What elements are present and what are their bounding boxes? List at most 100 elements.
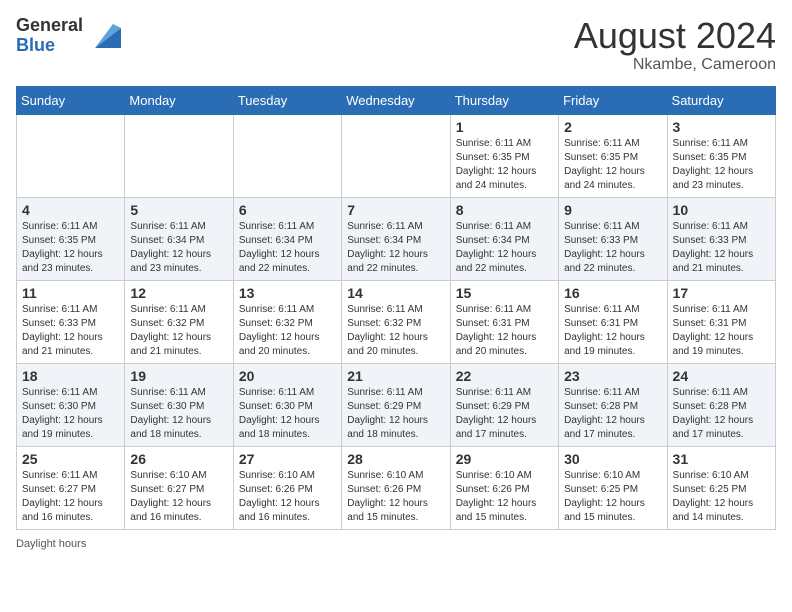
day-number: 6 <box>239 202 336 218</box>
calendar-cell: 29 Sunrise: 6:10 AM Sunset: 6:26 PM Dayli… <box>450 446 558 529</box>
day-number: 10 <box>673 202 770 218</box>
calendar-cell: 1Sunrise: 6:11 AM Sunset: 6:35 PM Daylig… <box>450 114 558 197</box>
day-number: 14 <box>347 285 444 301</box>
calendar-week-row: 1 Sunrise: 6:11 AM Sunset: 6:35 PM Daylig… <box>17 114 776 197</box>
day-info: Sunrise: 6:11 AM Sunset: 6:34 PM Dayligh… <box>239 220 336 276</box>
calendar-cell: 13Sunrise: 6:11 AM Sunset: 6:32 PM Dayli… <box>233 280 341 363</box>
calendar-cell: 26 Sunrise: 6:10 AM Sunset: 6:27 PM Dayli… <box>125 446 233 529</box>
day-info: Sunrise: 6:11 AM Sunset: 6:33 PM Dayligh… <box>673 220 770 276</box>
calendar-cell <box>233 114 341 197</box>
col-header-thursday: Thursday <box>450 86 558 114</box>
month-year-title: August 2024 <box>574 16 776 56</box>
col-header-saturday: Saturday <box>667 86 775 114</box>
calendar-cell: 11 Sunrise: 6:11 AM Sunset: 6:33 PM Dayli… <box>17 280 125 363</box>
col-header-friday: Friday <box>559 86 667 114</box>
day-info: Sunrise: 6:11 AM Sunset: 6:29 PM Dayligh… <box>456 386 553 442</box>
daylight-hours-label: Daylight hours <box>16 538 86 550</box>
day-number: 24 <box>673 368 770 384</box>
calendar-cell: 7 Sunrise: 6:11 AM Sunset: 6:34 PM Daylig… <box>342 197 450 280</box>
page-header: General Blue August 2024 Nkambe, Cameroo… <box>16 16 776 74</box>
col-header-wednesday: Wednesday <box>342 86 450 114</box>
calendar-cell: 6 Sunrise: 6:11 AM Sunset: 6:34 PM Daylig… <box>233 197 341 280</box>
title-block: August 2024 Nkambe, Cameroon <box>574 16 776 74</box>
day-number: 29 <box>456 451 553 467</box>
col-header-monday: Monday <box>125 86 233 114</box>
col-header-tuesday: Tuesday <box>233 86 341 114</box>
day-number: 20 <box>239 368 336 384</box>
day-number: 1 <box>456 119 553 135</box>
calendar-cell: 4Sunrise: 6:11 AM Sunset: 6:35 PM Daylig… <box>17 197 125 280</box>
calendar-cell: 3Sunrise: 6:11 AM Sunset: 6:35 PM Daylig… <box>667 114 775 197</box>
day-number: 21 <box>347 368 444 384</box>
day-number: 5 <box>130 202 227 218</box>
calendar-cell: 18 Sunrise: 6:11 AM Sunset: 6:30 PM Dayli… <box>17 363 125 446</box>
day-info: Sunrise: 6:11 AM Sunset: 6:30 PM Dayligh… <box>239 386 336 442</box>
day-number: 2 <box>564 119 661 135</box>
day-number: 17 <box>673 285 770 301</box>
calendar-week-row: 4Sunrise: 6:11 AM Sunset: 6:35 PM Daylig… <box>17 197 776 280</box>
calendar-cell: 12Sunrise: 6:11 AM Sunset: 6:32 PM Dayli… <box>125 280 233 363</box>
day-number: 25 <box>22 451 119 467</box>
day-info: Sunrise: 6:11 AM Sunset: 6:34 PM Dayligh… <box>347 220 444 276</box>
calendar-cell: 22Sunrise: 6:11 AM Sunset: 6:29 PM Dayli… <box>450 363 558 446</box>
calendar-cell: 10 Sunrise: 6:11 AM Sunset: 6:33 PM Dayli… <box>667 197 775 280</box>
logo: General Blue <box>16 16 121 56</box>
day-number: 18 <box>22 368 119 384</box>
day-number: 19 <box>130 368 227 384</box>
day-info: Sunrise: 6:11 AM Sunset: 6:33 PM Dayligh… <box>564 220 661 276</box>
day-info: Sunrise: 6:11 AM Sunset: 6:32 PM Dayligh… <box>347 303 444 359</box>
calendar-footer: Daylight hours <box>16 538 776 550</box>
day-info: Sunrise: 6:11 AM Sunset: 6:31 PM Dayligh… <box>673 303 770 359</box>
day-number: 4 <box>22 202 119 218</box>
calendar-cell: 23 Sunrise: 6:11 AM Sunset: 6:28 PM Dayli… <box>559 363 667 446</box>
location-subtitle: Nkambe, Cameroon <box>574 56 776 74</box>
day-info: Sunrise: 6:10 AM Sunset: 6:26 PM Dayligh… <box>239 469 336 525</box>
calendar-cell <box>125 114 233 197</box>
day-number: 31 <box>673 451 770 467</box>
day-info: Sunrise: 6:11 AM Sunset: 6:32 PM Dayligh… <box>130 303 227 359</box>
logo-icon <box>85 18 121 54</box>
calendar-cell: 9 Sunrise: 6:11 AM Sunset: 6:33 PM Daylig… <box>559 197 667 280</box>
day-info: Sunrise: 6:11 AM Sunset: 6:31 PM Dayligh… <box>456 303 553 359</box>
day-number: 23 <box>564 368 661 384</box>
day-info: Sunrise: 6:11 AM Sunset: 6:29 PM Dayligh… <box>347 386 444 442</box>
day-number: 13 <box>239 285 336 301</box>
calendar-cell: 28Sunrise: 6:10 AM Sunset: 6:26 PM Dayli… <box>342 446 450 529</box>
day-number: 7 <box>347 202 444 218</box>
col-header-sunday: Sunday <box>17 86 125 114</box>
calendar-cell: 19 Sunrise: 6:11 AM Sunset: 6:30 PM Dayli… <box>125 363 233 446</box>
calendar-cell: 15 Sunrise: 6:11 AM Sunset: 6:31 PM Dayli… <box>450 280 558 363</box>
calendar-cell: 17 Sunrise: 6:11 AM Sunset: 6:31 PM Dayli… <box>667 280 775 363</box>
calendar-cell: 31Sunrise: 6:10 AM Sunset: 6:25 PM Dayli… <box>667 446 775 529</box>
day-info: Sunrise: 6:11 AM Sunset: 6:27 PM Dayligh… <box>22 469 119 525</box>
day-info: Sunrise: 6:11 AM Sunset: 6:35 PM Dayligh… <box>564 137 661 193</box>
day-info: Sunrise: 6:11 AM Sunset: 6:34 PM Dayligh… <box>456 220 553 276</box>
calendar-cell: 27Sunrise: 6:10 AM Sunset: 6:26 PM Dayli… <box>233 446 341 529</box>
day-number: 16 <box>564 285 661 301</box>
calendar-cell: 25 Sunrise: 6:11 AM Sunset: 6:27 PM Dayli… <box>17 446 125 529</box>
calendar-cell: 2 Sunrise: 6:11 AM Sunset: 6:35 PM Daylig… <box>559 114 667 197</box>
calendar-cell: 30Sunrise: 6:10 AM Sunset: 6:25 PM Dayli… <box>559 446 667 529</box>
day-number: 26 <box>130 451 227 467</box>
day-info: Sunrise: 6:11 AM Sunset: 6:30 PM Dayligh… <box>22 386 119 442</box>
calendar-week-row: 18 Sunrise: 6:11 AM Sunset: 6:30 PM Dayli… <box>17 363 776 446</box>
day-info: Sunrise: 6:11 AM Sunset: 6:31 PM Dayligh… <box>564 303 661 359</box>
day-info: Sunrise: 6:11 AM Sunset: 6:34 PM Dayligh… <box>130 220 227 276</box>
day-info: Sunrise: 6:11 AM Sunset: 6:33 PM Dayligh… <box>22 303 119 359</box>
day-number: 9 <box>564 202 661 218</box>
day-info: Sunrise: 6:11 AM Sunset: 6:35 PM Dayligh… <box>673 137 770 193</box>
calendar-header-row: SundayMondayTuesdayWednesdayThursdayFrid… <box>17 86 776 114</box>
calendar-week-row: 25 Sunrise: 6:11 AM Sunset: 6:27 PM Dayli… <box>17 446 776 529</box>
day-info: Sunrise: 6:11 AM Sunset: 6:28 PM Dayligh… <box>564 386 661 442</box>
calendar-cell <box>17 114 125 197</box>
calendar-week-row: 11 Sunrise: 6:11 AM Sunset: 6:33 PM Dayli… <box>17 280 776 363</box>
calendar-cell: 20 Sunrise: 6:11 AM Sunset: 6:30 PM Dayli… <box>233 363 341 446</box>
day-info: Sunrise: 6:10 AM Sunset: 6:26 PM Dayligh… <box>456 469 553 525</box>
logo-general-text: General <box>16 16 83 36</box>
calendar-cell: 16 Sunrise: 6:11 AM Sunset: 6:31 PM Dayli… <box>559 280 667 363</box>
day-number: 11 <box>22 285 119 301</box>
day-number: 15 <box>456 285 553 301</box>
day-info: Sunrise: 6:11 AM Sunset: 6:30 PM Dayligh… <box>130 386 227 442</box>
day-info: Sunrise: 6:10 AM Sunset: 6:27 PM Dayligh… <box>130 469 227 525</box>
calendar-cell <box>342 114 450 197</box>
